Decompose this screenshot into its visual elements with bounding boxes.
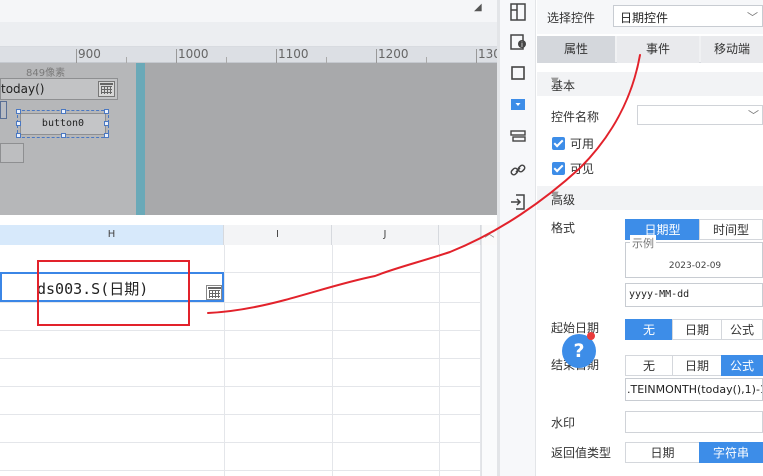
resize-handle[interactable]	[16, 133, 21, 138]
control-name-label: 控件名称	[551, 110, 600, 124]
pixel-size-label: 849像素	[26, 68, 66, 79]
resize-handle[interactable]	[104, 121, 109, 126]
component-info-icon[interactable]: i	[508, 32, 528, 52]
format-pattern-input[interactable]: yyyy-MM-dd	[625, 283, 763, 307]
annotation-highlight-box	[37, 260, 190, 326]
tab-events[interactable]: 事件	[617, 36, 699, 63]
column-header-h[interactable]: H	[0, 225, 224, 245]
date-widget-value: today()	[1, 82, 45, 96]
column-header-j[interactable]: J	[332, 225, 439, 245]
canvas-outside-area	[145, 63, 500, 215]
frame-icon[interactable]	[508, 63, 528, 83]
vertical-scrollbar[interactable]	[481, 245, 497, 476]
end-date-formula-input[interactable]: .TEINMONTH(today(),1)-1	[625, 378, 763, 401]
example-legend: 示例	[630, 235, 656, 251]
resize-handle[interactable]	[61, 133, 66, 138]
resize-handle[interactable]	[16, 121, 21, 126]
enabled-label: 可用	[570, 137, 595, 151]
format-example-box: 示例 2023-02-09	[625, 235, 763, 278]
canvas-widget-partial[interactable]	[0, 101, 7, 119]
notification-dot	[587, 332, 595, 340]
canvas-button-widget[interactable]: button0	[17, 110, 109, 138]
chevron-down-icon: ﹀	[747, 11, 758, 24]
return-option-date[interactable]: 日期	[625, 442, 700, 463]
calendar-icon	[98, 81, 115, 97]
collapse-caret-icon: ▼	[551, 76, 559, 87]
canvas-gray-widget[interactable]	[0, 143, 24, 163]
resize-handle[interactable]	[104, 133, 109, 138]
svg-text:i: i	[521, 41, 523, 49]
form-canvas[interactable]: 849像素 today() button0	[0, 63, 136, 215]
control-select-dropdown[interactable]: 日期控件 ﹀	[613, 5, 763, 27]
resize-handle[interactable]	[16, 109, 21, 114]
resize-handle[interactable]	[104, 109, 109, 114]
control-select-value: 日期控件	[620, 11, 669, 25]
control-select-row: 选择控件 日期控件 ﹀	[537, 0, 763, 34]
spreadsheet: H I J ︿ ds003.S(日期)	[0, 225, 497, 476]
end-date-formula-value: .TEINMONTH(today(),1)-1	[627, 383, 763, 396]
collapse-caret-icon: ▼	[551, 190, 559, 201]
end-option-none[interactable]: 无	[625, 355, 673, 376]
section-basic[interactable]: 基本 ▼	[537, 72, 763, 96]
ruler-label: 1000	[178, 47, 209, 61]
control-name-input[interactable]: ﹀	[637, 105, 763, 125]
tab-mobile[interactable]: 移动端	[701, 36, 763, 63]
tool-icon-bar: i	[500, 0, 536, 476]
import-icon[interactable]	[508, 192, 528, 212]
help-question-icon: ?	[573, 340, 585, 362]
canvas-tab-strip	[0, 22, 500, 47]
select-control-label: 选择控件	[547, 11, 596, 25]
ruler-label: 900	[78, 47, 101, 61]
canvas-edge-strip	[136, 63, 145, 215]
column-header-k[interactable]	[439, 225, 481, 245]
example-value: 2023-02-09	[668, 261, 722, 271]
properties-panel: 选择控件 日期控件 ﹀ 属性 事件 移动端 基本 ▼ 控件名称 ﹀ 可用 可见 …	[537, 0, 763, 476]
tab-properties[interactable]: 属性	[537, 36, 615, 63]
end-option-formula[interactable]: 公式	[721, 355, 763, 376]
cell-calendar-icon[interactable]	[206, 285, 222, 300]
ruler-label: 1200	[378, 47, 409, 61]
design-canvas-area: ◢ 900 1000 1100 1200 130 849像素 today() b…	[0, 0, 500, 215]
corner-arrow-icon[interactable]: ◢	[474, 2, 482, 13]
format-pattern-value: yyyy-MM-dd	[629, 289, 690, 300]
watermark-input[interactable]	[625, 411, 763, 433]
ruler-label: 1100	[278, 47, 309, 61]
end-option-date[interactable]: 日期	[672, 355, 722, 376]
canvas-toolbar: ◢	[0, 0, 500, 22]
visible-checkbox[interactable]	[552, 162, 565, 175]
scroll-up-icon[interactable]: ︿	[481, 225, 497, 245]
return-option-string[interactable]: 字符串	[699, 442, 763, 463]
dropdown-widget-icon[interactable]	[508, 95, 528, 115]
start-option-none[interactable]: 无	[625, 319, 673, 340]
column-header-i[interactable]: I	[224, 225, 332, 245]
button-widget-label: button0	[41, 118, 85, 129]
format-label: 格式	[551, 221, 576, 235]
start-option-formula[interactable]: 公式	[721, 319, 763, 340]
enabled-checkbox[interactable]	[552, 137, 565, 150]
section-advanced[interactable]: 高级 ▼	[537, 186, 763, 210]
start-option-date[interactable]: 日期	[672, 319, 722, 340]
layout-icon[interactable]	[508, 2, 528, 22]
property-tabs: 属性 事件 移动端	[537, 36, 763, 63]
format-option-time[interactable]: 时间型	[699, 219, 763, 240]
watermark-label: 水印	[551, 416, 576, 430]
horizontal-ruler: 900 1000 1100 1200 130	[0, 47, 500, 63]
chevron-down-icon: ﹀	[748, 109, 759, 122]
column-headers: H I J	[0, 225, 497, 245]
return-type-label: 返回值类型	[551, 446, 612, 460]
canvas-date-widget[interactable]: today()	[0, 78, 118, 100]
resize-handle[interactable]	[61, 109, 66, 114]
visible-label: 可见	[570, 162, 595, 176]
link-icon[interactable]	[508, 160, 528, 180]
tab-container-icon[interactable]	[508, 127, 528, 147]
